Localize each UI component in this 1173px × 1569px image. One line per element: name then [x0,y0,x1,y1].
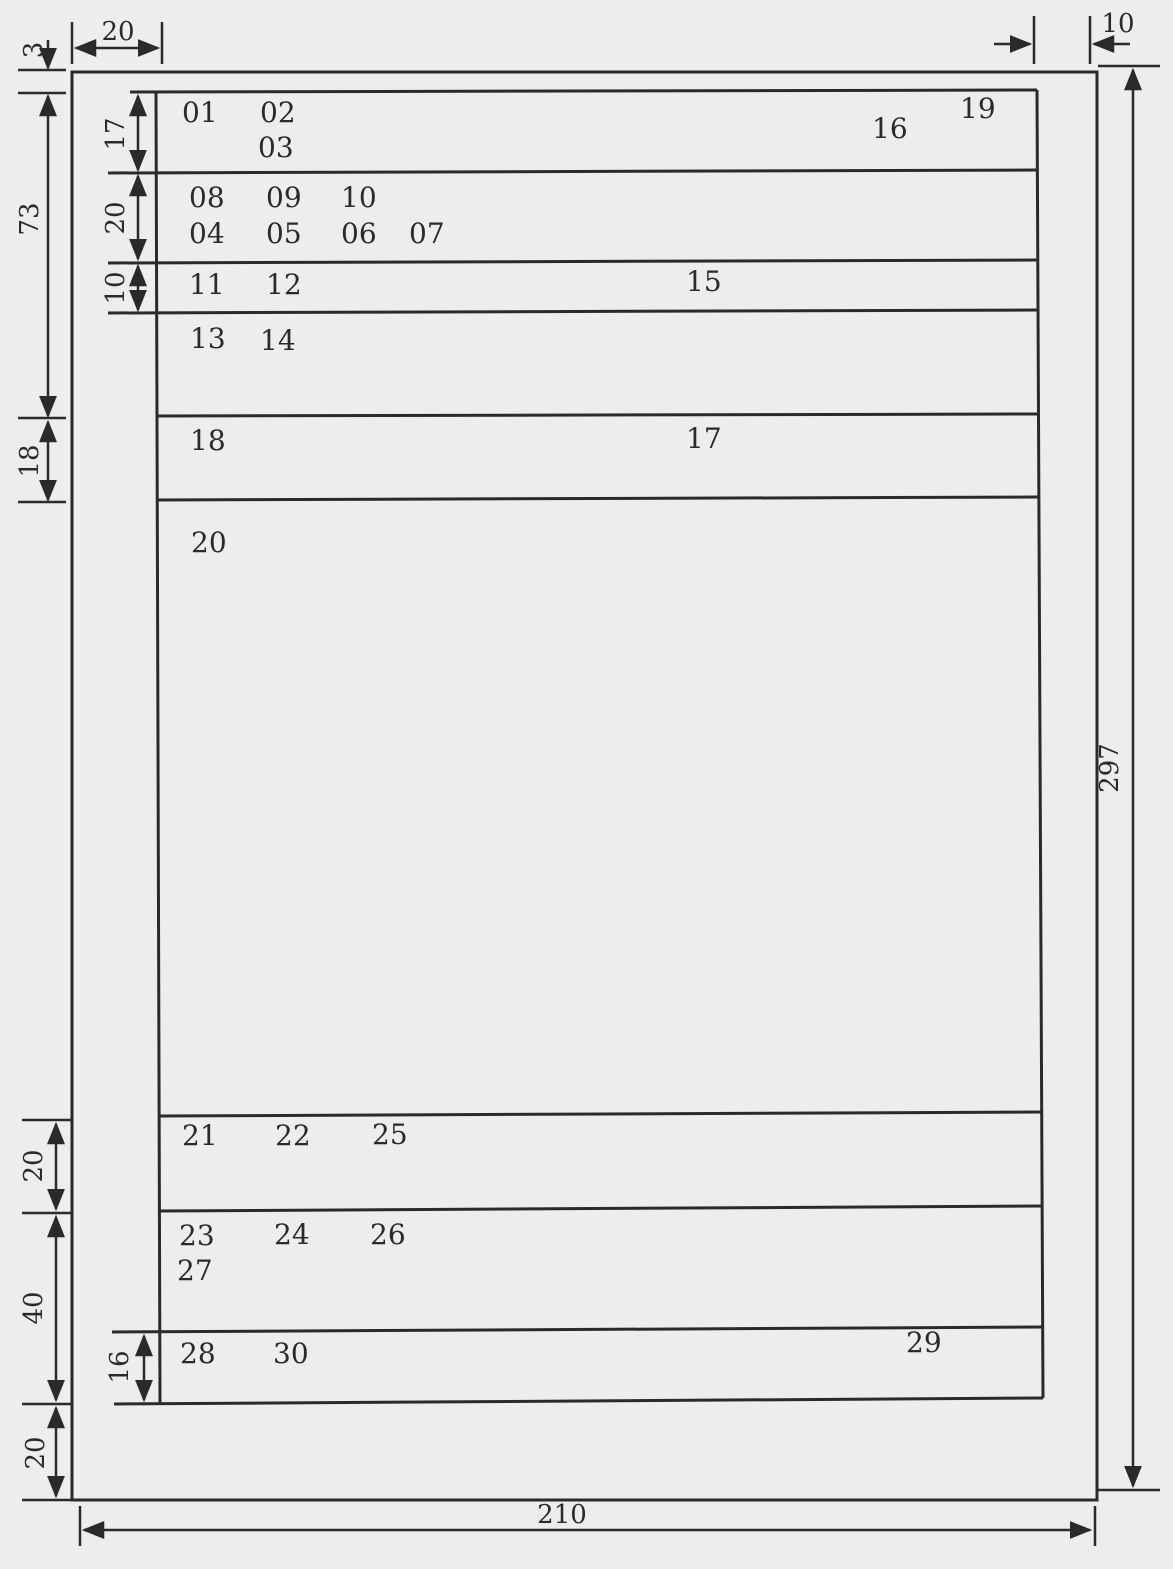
field-14: 14 [260,324,296,357]
rule-7 [159,1204,1043,1213]
field-27: 27 [177,1254,213,1287]
dim-header-block: 73 [15,202,45,236]
field-12: 12 [266,268,302,301]
dim-row-b: 20 [101,201,131,235]
form-right-edge [1035,89,1045,1399]
field-16: 16 [872,112,908,145]
dim-row-f: 40 [19,1291,49,1325]
field-18: 18 [190,424,226,457]
field-10: 10 [341,181,377,214]
field-11: 11 [189,268,225,301]
form-left-edge [154,91,162,1405]
field-07: 07 [409,217,445,250]
page-border [70,70,1099,1502]
dim-row-a: 17 [101,117,131,151]
dim-page-width: 210 [537,1500,587,1530]
field-28: 28 [180,1337,216,1370]
field-04: 04 [189,217,225,250]
dim-row-e: 20 [19,1149,49,1183]
rule-top [129,88,1038,94]
field-15: 15 [686,265,722,298]
field-06: 06 [341,217,377,250]
dim-top-margin: 3 [19,41,49,59]
field-21: 21 [182,1119,218,1152]
field-25: 25 [372,1118,408,1151]
dim-right-margin: 10 [1101,9,1135,39]
rule-1 [107,168,1038,175]
field-08: 08 [189,181,225,214]
rule-bottom [113,1396,1044,1406]
field-29: 29 [906,1326,942,1359]
field-22: 22 [275,1119,311,1152]
field-20: 20 [191,526,227,559]
field-19: 19 [960,92,996,125]
rule-8 [111,1325,1044,1334]
field-02: 02 [260,96,296,129]
field-03: 03 [258,131,294,164]
field-01: 01 [182,96,218,129]
dim-row-g: 16 [105,1350,135,1384]
dim-bottom-margin: 20 [21,1436,51,1470]
field-09: 09 [266,181,302,214]
rule-3 [107,308,1038,315]
field-24: 24 [274,1218,310,1251]
rule-6 [159,1110,1043,1118]
field-30: 30 [273,1337,309,1370]
rule-5 [155,495,1039,502]
rule-2 [107,258,1038,265]
dim-left-margin: 20 [101,17,135,47]
dim-row-d: 18 [15,444,45,478]
field-13: 13 [190,322,226,355]
form-layout-diagram [18,16,1160,1546]
rule-4 [155,412,1039,418]
field-23: 23 [179,1219,215,1252]
field-17: 17 [686,422,722,455]
field-05: 05 [266,217,302,250]
field-26: 26 [370,1218,406,1251]
dim-row-c: 10 [101,271,131,305]
dim-page-height: 297 [1095,743,1125,793]
